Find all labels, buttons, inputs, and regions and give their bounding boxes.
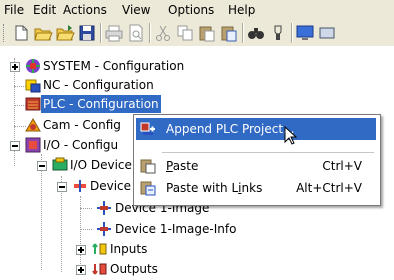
nc-config-icon: [25, 77, 41, 93]
toolbar-separator: [149, 23, 151, 43]
toolbar-grip[interactable]: [3, 24, 7, 42]
io-devices-icon: [52, 157, 68, 173]
toolbar-separator: [291, 23, 293, 43]
mouse-cursor-icon: [284, 125, 298, 146]
monitor-icon[interactable]: [295, 23, 315, 43]
paste-shortcut: Ctrl+V: [322, 159, 362, 173]
save-icon[interactable]: [77, 23, 97, 43]
cut-icon[interactable]: [153, 23, 173, 43]
paste-links-icon[interactable]: [219, 23, 239, 43]
open-recent-icon[interactable]: [55, 23, 75, 43]
tree-connector: [80, 229, 92, 230]
collapse-icon[interactable]: [37, 161, 47, 171]
plc-config-icon: [25, 96, 41, 112]
menu-bar: File Edit Actions View Options Help: [0, 0, 394, 20]
device-image-icon: [96, 200, 112, 216]
tree-connector: [80, 208, 92, 209]
device-image-info-icon: [96, 221, 112, 237]
paste-with-links-item[interactable]: Paste with Links Alt+Ctrl+V: [136, 177, 376, 199]
outputs-icon: [92, 261, 108, 277]
paste-links-shortcut: Alt+Ctrl+V: [296, 181, 362, 195]
tree-node-device1-image-info[interactable]: Device 1-Image-Info: [113, 220, 238, 238]
expand-icon[interactable]: [76, 265, 86, 275]
menu-actions[interactable]: Actions: [63, 3, 107, 17]
tree-node-inputs[interactable]: Inputs: [108, 240, 149, 258]
tree-node-io-devices[interactable]: I/O Device: [68, 156, 134, 174]
paste-item[interactable]: Paste Ctrl+V: [136, 155, 376, 177]
system-config-icon: [25, 58, 41, 74]
io-config-icon: [25, 137, 41, 153]
tree-node-device1[interactable]: Device: [88, 177, 133, 195]
tree-node-cam[interactable]: Cam - Config: [41, 116, 123, 134]
print-preview-icon[interactable]: [126, 23, 146, 43]
toolbar-separator: [242, 23, 244, 43]
find-icon[interactable]: [246, 23, 266, 43]
paste-icon[interactable]: [197, 23, 217, 43]
append-plc-project-item[interactable]: Append PLC Project...: [136, 118, 376, 140]
new-file-icon[interactable]: [11, 23, 31, 43]
open-folder-icon[interactable]: [33, 23, 53, 43]
menu-options[interactable]: Options: [168, 3, 214, 17]
device-icon: [72, 178, 88, 194]
print-icon[interactable]: [104, 23, 124, 43]
paste-label: Paste: [166, 159, 199, 173]
tree-node-plc[interactable]: PLC - Configuration: [41, 95, 161, 113]
expand-icon[interactable]: [76, 245, 86, 255]
paste-links-label: Paste with Links: [166, 181, 263, 195]
paste-links-icon: [140, 180, 156, 196]
collapse-icon[interactable]: [10, 141, 20, 151]
tree-node-outputs[interactable]: Outputs: [108, 260, 160, 278]
tree-node-system[interactable]: SYSTEM - Configuration: [41, 57, 186, 75]
menu-view[interactable]: View: [122, 3, 150, 17]
cam-config-icon: [25, 117, 41, 133]
toolbar: [0, 20, 394, 47]
context-menu: Append PLC Project... Paste Ctrl+V Paste…: [133, 114, 381, 206]
tree-node-io[interactable]: I/O - Configu: [41, 136, 120, 154]
expand-icon[interactable]: [10, 62, 20, 72]
toolbar-separator: [100, 23, 102, 43]
paste-icon: [140, 158, 156, 174]
network-icon[interactable]: [317, 23, 337, 43]
tree-connector: [41, 154, 42, 270]
inputs-icon: [92, 241, 108, 257]
menu-separator: [162, 152, 374, 153]
tree-node-nc[interactable]: NC - Configuration: [41, 76, 156, 94]
menu-help[interactable]: Help: [228, 3, 255, 17]
append-plc-label: Append PLC Project...: [166, 122, 295, 136]
menu-file[interactable]: File: [4, 3, 24, 17]
menu-edit[interactable]: Edit: [33, 3, 56, 17]
copy-icon[interactable]: [175, 23, 195, 43]
append-plc-icon: [140, 121, 156, 137]
find-next-icon[interactable]: [268, 23, 288, 43]
collapse-icon[interactable]: [57, 182, 67, 192]
